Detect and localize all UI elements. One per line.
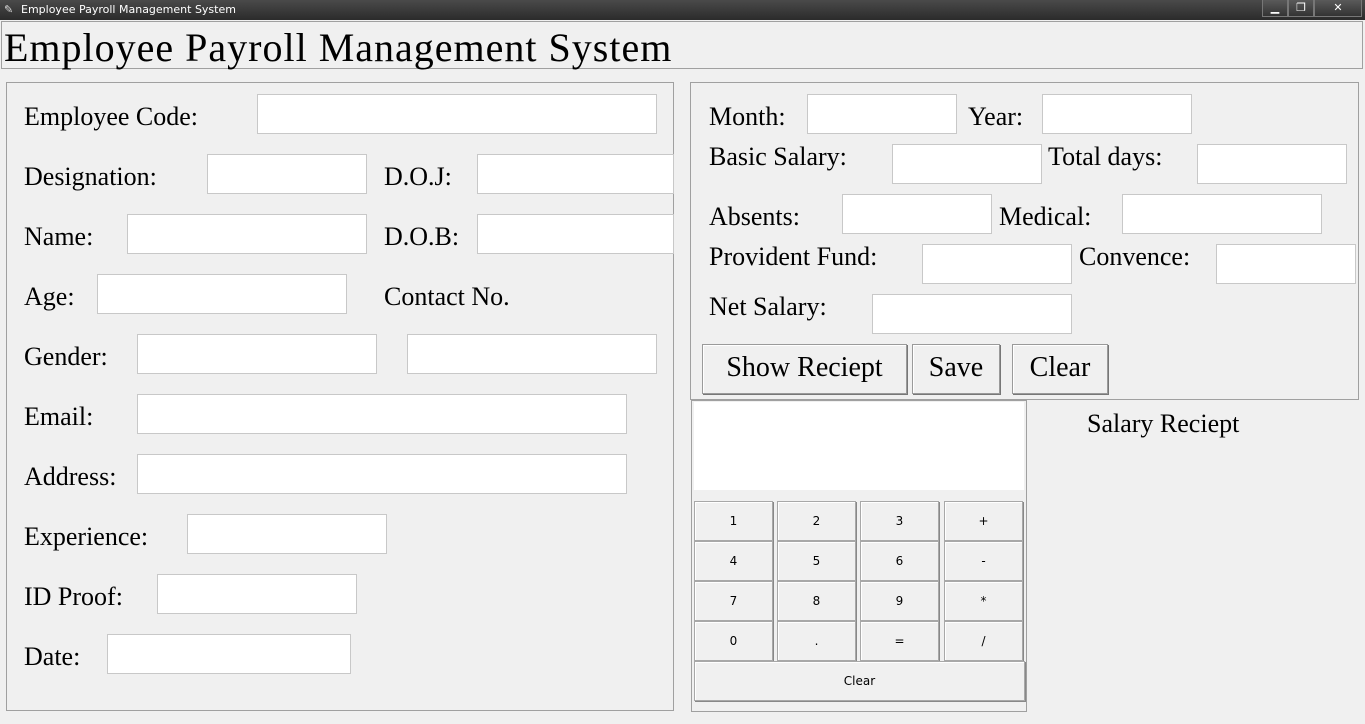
calc-key-4[interactable]: 4 <box>694 541 773 581</box>
date-label: Date: <box>24 642 81 671</box>
calc-key-9[interactable]: 9 <box>860 581 939 621</box>
id-proof-field[interactable] <box>157 574 357 614</box>
calc-key-7[interactable]: 7 <box>694 581 773 621</box>
absents-field[interactable] <box>842 194 992 234</box>
calc-key-2[interactable]: 2 <box>777 501 856 541</box>
minimize-button[interactable]: ▁ <box>1262 0 1288 17</box>
employee-code-label: Employee Code: <box>24 102 199 131</box>
name-label: Name: <box>24 222 94 251</box>
doj-label: D.O.J: <box>384 162 452 191</box>
designation-label: Designation: <box>24 162 157 191</box>
date-field[interactable] <box>107 634 351 674</box>
page-title: Employee Payroll Management System <box>4 25 673 70</box>
absents-label: Absents: <box>709 202 800 231</box>
designation-field[interactable] <box>207 154 367 194</box>
calc-clear-button[interactable]: Clear <box>694 661 1025 701</box>
contact-field[interactable] <box>407 334 657 374</box>
basic-salary-label: Basic Salary: <box>709 142 847 171</box>
basic-salary-field[interactable] <box>892 144 1042 184</box>
save-button[interactable]: Save <box>912 344 1000 394</box>
year-label: Year: <box>968 102 1024 131</box>
medical-field[interactable] <box>1122 194 1322 234</box>
receipt-title: Salary Reciept <box>1087 409 1240 438</box>
name-field[interactable] <box>127 214 367 254</box>
maximize-button[interactable]: ❐ <box>1288 0 1314 17</box>
convence-field[interactable] <box>1216 244 1356 284</box>
window-title-bar[interactable]: ✎ Employee Payroll Management System ▁ ❐… <box>0 0 1365 20</box>
calc-key-3[interactable]: 3 <box>860 501 939 541</box>
calc-key-8[interactable]: 8 <box>777 581 856 621</box>
calc-key-5[interactable]: 5 <box>777 541 856 581</box>
employee-code-field[interactable] <box>257 94 657 134</box>
provident-fund-field[interactable] <box>922 244 1072 284</box>
clear-button[interactable]: Clear <box>1012 344 1108 394</box>
dob-label: D.O.B: <box>384 222 460 251</box>
contact-label: Contact No. <box>384 282 510 311</box>
experience-label: Experience: <box>24 522 149 551</box>
close-button[interactable]: ✕ <box>1314 0 1362 17</box>
calc-key-decimal[interactable]: . <box>777 621 856 661</box>
age-field[interactable] <box>97 274 347 314</box>
address-label: Address: <box>24 462 117 491</box>
dob-field[interactable] <box>477 214 674 254</box>
address-field[interactable] <box>137 454 627 494</box>
experience-field[interactable] <box>187 514 387 554</box>
month-label: Month: <box>709 102 786 131</box>
calc-key-1[interactable]: 1 <box>694 501 773 541</box>
total-days-label: Total days: <box>1048 142 1163 171</box>
age-label: Age: <box>24 282 75 311</box>
calc-key-plus[interactable]: + <box>944 501 1023 541</box>
medical-label: Medical: <box>999 202 1092 231</box>
calc-key-multiply[interactable]: * <box>944 581 1023 621</box>
gender-field[interactable] <box>137 334 377 374</box>
doj-field[interactable] <box>477 154 674 194</box>
calc-key-divide[interactable]: / <box>944 621 1023 661</box>
gender-label: Gender: <box>24 342 108 371</box>
net-salary-field[interactable] <box>872 294 1072 334</box>
calculator-display[interactable] <box>694 402 1024 490</box>
calc-key-minus[interactable]: - <box>944 541 1023 581</box>
provident-fund-label: Provident Fund: <box>709 242 878 271</box>
id-proof-label: ID Proof: <box>24 582 123 611</box>
window-title: Employee Payroll Management System <box>21 3 236 16</box>
feather-icon: ✎ <box>4 3 14 16</box>
calc-key-6[interactable]: 6 <box>860 541 939 581</box>
month-field[interactable] <box>807 94 957 134</box>
net-salary-label: Net Salary: <box>709 292 827 321</box>
show-receipt-button[interactable]: Show Reciept <box>702 344 907 394</box>
total-days-field[interactable] <box>1197 144 1347 184</box>
convence-label: Convence: <box>1079 242 1191 271</box>
calc-key-equals[interactable]: = <box>860 621 939 661</box>
year-field[interactable] <box>1042 94 1192 134</box>
email-field[interactable] <box>137 394 627 434</box>
calc-key-0[interactable]: 0 <box>694 621 773 661</box>
email-label: Email: <box>24 402 94 431</box>
